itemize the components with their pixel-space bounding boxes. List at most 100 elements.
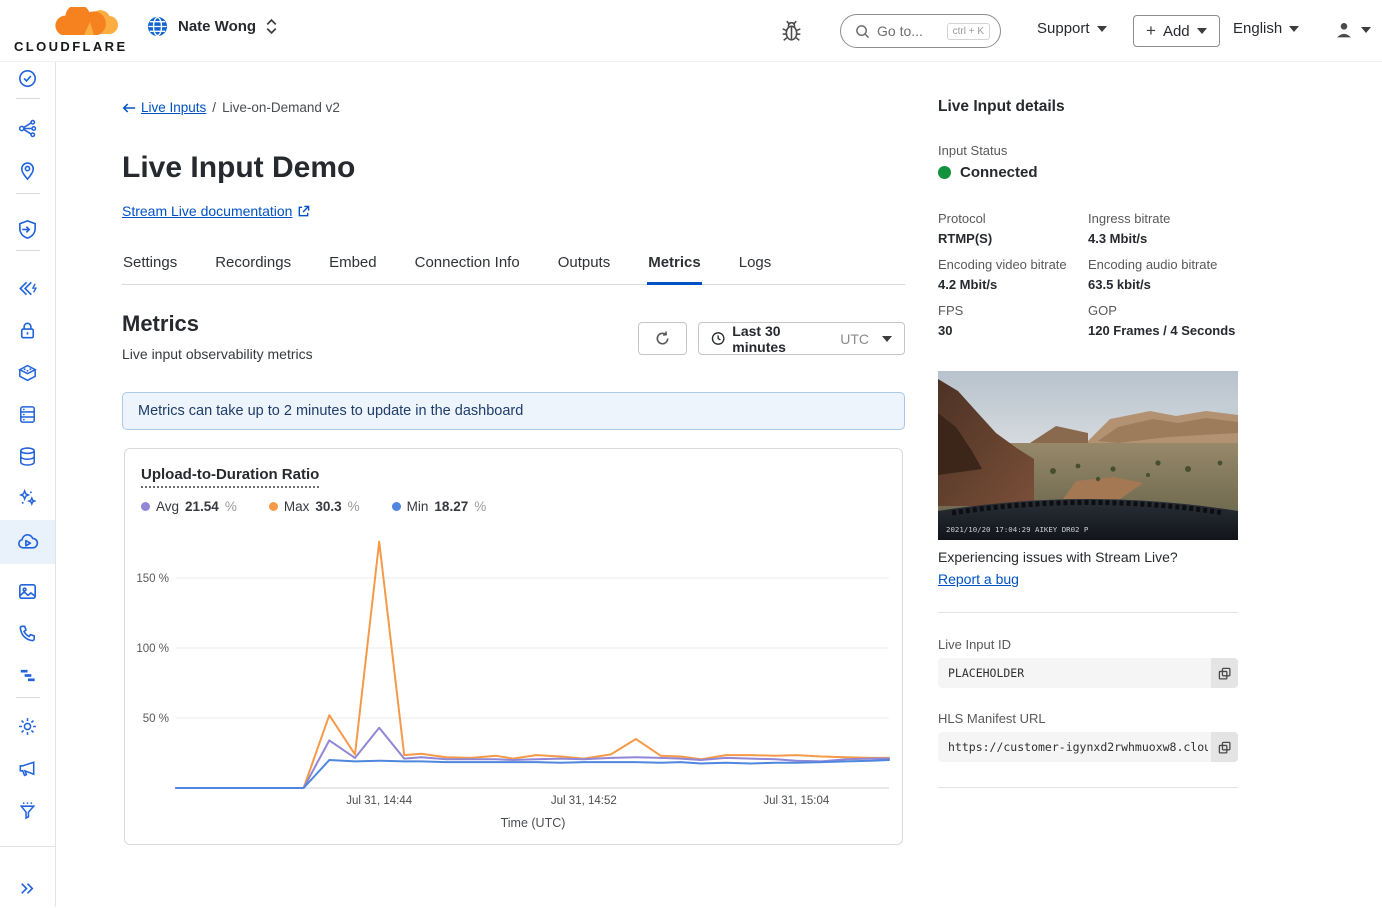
report-bug-icon[interactable] bbox=[776, 16, 806, 46]
sidebar-item-workers-cube[interactable] bbox=[0, 352, 55, 392]
stream-issues-text: Experiencing issues with Stream Live? bbox=[938, 549, 1178, 565]
status-dot-connected bbox=[938, 166, 951, 179]
chevron-down-icon bbox=[1197, 28, 1207, 34]
preview-timestamp-overlay: 2021/10/20 17:04:29 AIKEY DR02 P bbox=[946, 525, 1089, 534]
sidebar-nav bbox=[0, 62, 56, 907]
database-icon bbox=[16, 445, 39, 468]
search-placeholder: Go to... bbox=[877, 23, 940, 39]
sidebar-item-database[interactable] bbox=[0, 436, 55, 476]
cloudflare-cloud-icon bbox=[14, 7, 126, 41]
copy-icon bbox=[1218, 741, 1231, 754]
stream-docs-link[interactable]: Stream Live documentation bbox=[122, 203, 310, 219]
tab-logs[interactable]: Logs bbox=[738, 250, 773, 284]
fps-value: 30 bbox=[938, 323, 952, 338]
sidebar-item-server-rack[interactable] bbox=[0, 394, 55, 434]
tab-metrics[interactable]: Metrics bbox=[647, 250, 702, 284]
tab-embed[interactable]: Embed bbox=[328, 250, 378, 284]
funnel-icon bbox=[16, 799, 39, 822]
account-switcher[interactable]: Nate Wong bbox=[146, 15, 278, 38]
sidebar-item-shield-arrow[interactable] bbox=[0, 209, 55, 249]
language-label: English bbox=[1233, 20, 1282, 37]
brand-wordmark: CLOUDFLARE bbox=[14, 39, 126, 54]
sidebar-item-funnel[interactable] bbox=[0, 790, 55, 830]
images-icon bbox=[16, 580, 39, 603]
sidebar-item-zaraz[interactable] bbox=[0, 655, 55, 695]
sidebar-item-time-travel[interactable] bbox=[0, 58, 55, 98]
series-line-avg bbox=[176, 728, 889, 788]
support-menu[interactable]: Support bbox=[1037, 20, 1107, 37]
protocol-label: Protocol bbox=[938, 211, 1088, 226]
series-line-max bbox=[176, 542, 889, 788]
breadcrumb: Live Inputs / Live-on-Demand v2 bbox=[122, 100, 340, 115]
sidebar-item-network-hub[interactable] bbox=[0, 108, 55, 148]
preview-scene: 2021/10/20 17:04:29 AIKEY DR02 P bbox=[938, 371, 1238, 540]
cloudflare-logo[interactable]: CLOUDFLARE bbox=[14, 7, 126, 55]
gop-label: GOP bbox=[1088, 303, 1238, 318]
ingress-bitrate-value: 4.3 Mbit/s bbox=[1088, 231, 1147, 246]
divider bbox=[16, 98, 40, 99]
y-tick-label: 100 % bbox=[136, 643, 169, 655]
support-label: Support bbox=[1037, 20, 1090, 37]
breadcrumb-back-link[interactable]: Live Inputs bbox=[122, 100, 206, 115]
report-a-bug-link[interactable]: Report a bug bbox=[938, 571, 1019, 587]
live-input-id-value: PLACEHOLDER bbox=[948, 658, 1208, 688]
fps-label: FPS bbox=[938, 303, 1088, 318]
divider bbox=[938, 787, 1238, 788]
workers-cube-icon bbox=[16, 361, 39, 384]
search-icon bbox=[855, 24, 870, 39]
hls-manifest-url-value: https://customer-igynxd2rwhmuoxw8.cloudf bbox=[948, 732, 1208, 762]
sidebar-item-settings[interactable] bbox=[0, 706, 55, 746]
divider bbox=[16, 250, 40, 251]
sidebar-item-announcements[interactable] bbox=[0, 748, 55, 788]
page-title: Live Input Demo bbox=[122, 151, 355, 185]
sidebar-item-layers-bolt[interactable] bbox=[0, 268, 55, 308]
divider bbox=[938, 612, 1238, 613]
metrics-subheading: Live input observability metrics bbox=[122, 346, 313, 362]
sidebar-item-calls[interactable] bbox=[0, 613, 55, 653]
stream-cloud-play-icon bbox=[16, 531, 39, 554]
sidebar-item-location-pin[interactable] bbox=[0, 150, 55, 190]
language-menu[interactable]: English bbox=[1233, 20, 1299, 37]
chart-title[interactable]: Upload-to-Duration Ratio bbox=[141, 466, 319, 488]
tab-outputs[interactable]: Outputs bbox=[557, 250, 612, 284]
audio-bitrate-label: Encoding audio bitrate bbox=[1088, 257, 1238, 272]
metrics-info-banner: Metrics can take up to 2 minutes to upda… bbox=[122, 392, 905, 430]
global-search-input[interactable]: Go to... ctrl + K bbox=[840, 14, 1001, 48]
input-status-label: Input Status bbox=[938, 143, 1007, 158]
tab-settings[interactable]: Settings bbox=[122, 250, 178, 284]
divider bbox=[16, 193, 40, 194]
input-status-value: Connected bbox=[960, 164, 1038, 181]
arrow-left-icon bbox=[122, 102, 136, 114]
network-hub-icon bbox=[16, 117, 39, 140]
time-range-selector[interactable]: Last 30 minutes UTC bbox=[698, 322, 905, 355]
chevron-down-icon bbox=[1289, 26, 1299, 32]
unfold-selector-icon bbox=[265, 18, 278, 35]
shield-arrow-icon bbox=[16, 218, 39, 241]
globe-icon bbox=[146, 15, 169, 38]
copy-live-input-id-button[interactable] bbox=[1211, 658, 1238, 688]
external-link-icon bbox=[297, 205, 310, 218]
sidebar-collapse-toggle[interactable] bbox=[0, 868, 55, 908]
tab-recordings[interactable]: Recordings bbox=[214, 250, 292, 284]
user-menu[interactable] bbox=[1333, 19, 1371, 41]
sidebar-item-lock[interactable] bbox=[0, 310, 55, 350]
sidebar-item-images[interactable] bbox=[0, 571, 55, 611]
add-button[interactable]: + Add bbox=[1133, 15, 1220, 47]
chevron-down-icon bbox=[1361, 27, 1371, 33]
chevrons-right-icon bbox=[16, 877, 39, 900]
tab-bar: Settings Recordings Embed Connection Inf… bbox=[122, 250, 905, 285]
video-bitrate-value: 4.2 Mbit/s bbox=[938, 277, 997, 292]
sidebar-item-stream[interactable] bbox=[0, 520, 55, 564]
refresh-button[interactable] bbox=[638, 322, 687, 355]
copy-hls-url-button[interactable] bbox=[1211, 732, 1238, 762]
sidebar-item-ai-sparkles[interactable] bbox=[0, 478, 55, 518]
input-status: Connected bbox=[938, 164, 1038, 181]
banner-text: Metrics can take up to 2 minutes to upda… bbox=[138, 403, 523, 419]
top-nav-bar: CLOUDFLARE Nate Wong Go to... bbox=[0, 0, 1382, 62]
divider bbox=[16, 697, 40, 698]
live-input-id-label: Live Input ID bbox=[938, 637, 1011, 652]
tab-connection-info[interactable]: Connection Info bbox=[414, 250, 521, 284]
hls-manifest-url-label: HLS Manifest URL bbox=[938, 711, 1046, 726]
metrics-chart-svg[interactable]: 50 %100 %150 %Jul 31, 14:44Jul 31, 14:52… bbox=[125, 507, 904, 842]
live-preview-thumbnail: 2021/10/20 17:04:29 AIKEY DR02 P bbox=[938, 371, 1238, 540]
